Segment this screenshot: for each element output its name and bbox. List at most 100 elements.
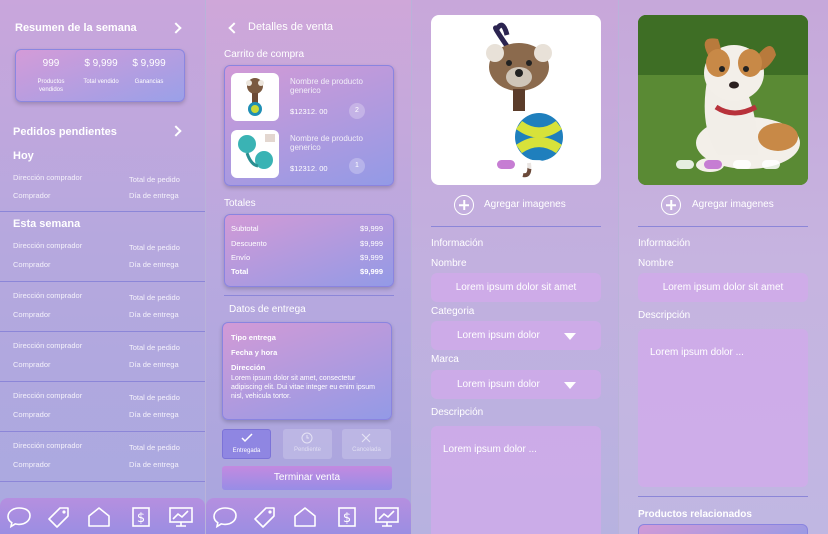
related-products-card[interactable] xyxy=(638,524,808,534)
carousel-dot-active[interactable] xyxy=(497,160,515,169)
row-date: Día de entrega xyxy=(129,410,179,419)
week-title: Esta semana xyxy=(13,218,81,230)
order-row[interactable]: Dirección comprador Comprador Total de p… xyxy=(0,286,205,326)
row-address: Dirección comprador xyxy=(13,441,83,450)
delivery-address: Lorem ipsum dolor sit amet, consectetur … xyxy=(231,375,375,400)
total-row-subtotal: Subtotal $9,999 xyxy=(231,224,383,233)
row-date: Día de entrega xyxy=(129,360,179,369)
order-row[interactable]: Dirección comprador Comprador Total de p… xyxy=(0,236,205,276)
dollar-icon[interactable]: $ xyxy=(334,506,360,528)
row-total: Total de pedido xyxy=(129,393,180,402)
row-total: Total de pedido xyxy=(129,343,180,352)
cart-card: Nombre de producto generico $12312. 00 2… xyxy=(224,65,394,186)
total-row-discount: Descuento $9,999 xyxy=(231,239,383,248)
check-icon xyxy=(241,433,253,443)
add-image-icon[interactable] xyxy=(454,195,474,215)
row-buyer: Comprador xyxy=(13,310,51,319)
order-row[interactable]: Dirección comprador Comprador Total de p… xyxy=(0,336,205,376)
carousel-dot[interactable] xyxy=(469,160,487,169)
divider xyxy=(638,496,808,497)
delivery-title: Datos de entrega xyxy=(229,304,306,315)
description-value: Lorem ipsum dolor ... xyxy=(650,347,744,358)
tag-icon[interactable] xyxy=(252,506,278,528)
carousel-dot[interactable] xyxy=(762,160,780,169)
order-row[interactable]: Dirección comprador Comprador Total de p… xyxy=(0,436,205,476)
cart-item[interactable]: Nombre de producto generico $12312. 00 2 xyxy=(225,71,393,125)
name-input[interactable]: Lorem ipsum dolor sit amet xyxy=(638,273,808,302)
status-cancelled-button[interactable]: Cancelada xyxy=(342,429,391,459)
brand-select[interactable]: Lorem ipsum dolor xyxy=(431,370,601,399)
product-name: Nombre de producto generico xyxy=(290,77,363,95)
home-icon[interactable] xyxy=(292,506,318,528)
dropdown-arrow-icon xyxy=(564,333,576,340)
dropdown-arrow-icon xyxy=(564,382,576,389)
summary-value: $ 9,999 xyxy=(84,58,118,69)
carousel-dot-active[interactable] xyxy=(704,160,722,169)
tag-icon[interactable] xyxy=(46,506,72,528)
status-delivered-button[interactable]: Entregada xyxy=(222,429,271,459)
order-row[interactable]: Dirección comprador Comprador Total de p… xyxy=(0,168,205,208)
home-icon[interactable] xyxy=(86,506,112,528)
cart-item[interactable]: Nombre de producto generico $12312. 00 1 xyxy=(225,128,393,182)
row-buyer: Comprador xyxy=(13,191,51,200)
carousel-dot[interactable] xyxy=(555,160,573,169)
name-label: Nombre xyxy=(431,258,467,269)
pending-title: Pedidos pendientes xyxy=(13,126,117,138)
name-input[interactable]: Lorem ipsum dolor sit amet xyxy=(431,273,601,302)
carousel-dot[interactable] xyxy=(526,160,544,169)
row-date: Día de entrega xyxy=(129,191,179,200)
quantity-badge: 1 xyxy=(349,158,365,174)
weekly-summary-screen: Resumen de la semana 999 Productos vendi… xyxy=(0,0,205,534)
svg-text:$: $ xyxy=(343,511,351,526)
summary-label: Ganancias xyxy=(134,79,164,85)
product-thumbnail xyxy=(231,73,279,121)
order-row[interactable]: Dirección comprador Comprador Total de p… xyxy=(0,386,205,426)
chevron-right-icon[interactable] xyxy=(170,22,182,34)
product-image xyxy=(638,15,808,185)
row-buyer: Comprador xyxy=(13,260,51,269)
row-address: Dirección comprador xyxy=(13,341,83,350)
description-value: Lorem ipsum dolor ... xyxy=(443,444,537,455)
back-arrow-icon[interactable] xyxy=(228,22,240,34)
divider xyxy=(0,331,205,332)
product-image-carousel[interactable] xyxy=(431,15,601,185)
description-textarea[interactable]: Lorem ipsum dolor ... xyxy=(638,329,808,487)
chat-icon[interactable] xyxy=(212,506,238,528)
totals-title: Totales xyxy=(224,198,256,209)
carousel-dot[interactable] xyxy=(676,160,694,169)
add-image-icon[interactable] xyxy=(661,195,681,215)
dollar-icon[interactable]: $ xyxy=(128,506,154,528)
add-images-link[interactable]: Agregar imagenes xyxy=(484,199,566,210)
description-label: Descripción xyxy=(431,407,484,418)
add-images-link[interactable]: Agregar imagenes xyxy=(692,199,774,210)
summary-value: 999 xyxy=(42,58,60,69)
row-date: Día de entrega xyxy=(129,460,179,469)
row-buyer: Comprador xyxy=(13,410,51,419)
category-select[interactable]: Lorem ipsum dolor xyxy=(431,321,601,350)
row-address: Dirección comprador xyxy=(13,391,83,400)
summary-label: Productos vendidos xyxy=(37,79,65,93)
bottom-nav: $ xyxy=(206,498,411,534)
chart-icon[interactable] xyxy=(168,506,194,528)
row-total: Total de pedido xyxy=(129,443,180,452)
chart-icon[interactable] xyxy=(374,506,400,528)
product-image-carousel[interactable] xyxy=(638,15,808,185)
description-textarea[interactable]: Lorem ipsum dolor ... xyxy=(431,426,601,534)
carousel-dot[interactable] xyxy=(733,160,751,169)
delivery-address-label: Dirección xyxy=(231,363,266,372)
chat-icon[interactable] xyxy=(6,506,32,528)
status-pending-button[interactable]: Pendiente xyxy=(283,429,332,459)
cart-title: Carrito de compra xyxy=(224,49,305,60)
finish-sale-button[interactable]: Terminar venta xyxy=(222,466,392,490)
row-address: Dirección comprador xyxy=(13,241,83,250)
totals-card: Subtotal $9,999 Descuento $9,999 Envío $9,9… xyxy=(224,214,394,287)
row-total: Total de pedido xyxy=(129,243,180,252)
close-icon xyxy=(361,433,371,443)
description-label: Descripción xyxy=(638,310,691,321)
svg-text:$: $ xyxy=(137,511,145,526)
row-buyer: Comprador xyxy=(13,360,51,369)
delivery-type: Tipo entrega xyxy=(231,333,276,342)
name-label: Nombre xyxy=(638,258,674,269)
chevron-right-icon[interactable] xyxy=(170,125,182,137)
info-title: Información xyxy=(638,238,691,249)
